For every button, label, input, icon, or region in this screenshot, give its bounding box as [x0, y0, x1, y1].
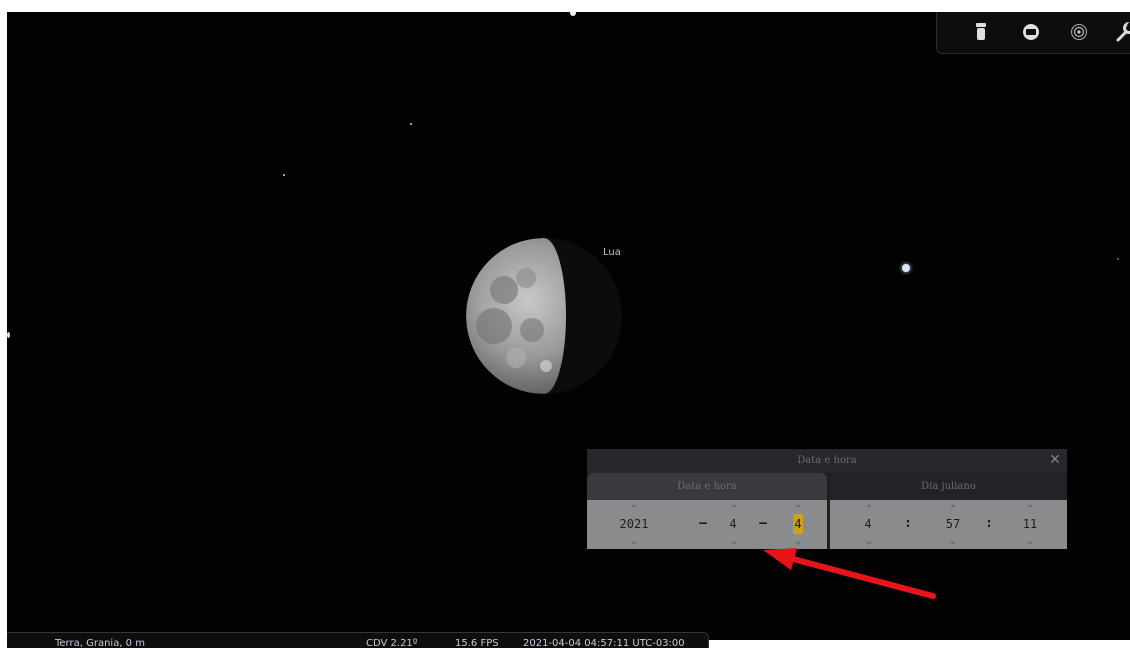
star[interactable]	[7, 332, 10, 338]
moon[interactable]	[466, 238, 622, 394]
telescope-target-button[interactable]	[1065, 18, 1093, 46]
day-decrement-icon[interactable]	[795, 542, 801, 545]
minute-decrement-icon[interactable]	[950, 542, 956, 545]
moon-label: Lua	[603, 247, 621, 258]
date-separator: –	[757, 514, 769, 534]
moon-graphic	[466, 238, 622, 394]
day-increment-icon[interactable]	[795, 504, 801, 507]
status-bar: Terra, Grania, 0 m CDV 2.21º 15.6 FPS 20…	[7, 632, 709, 648]
year-increment-icon[interactable]	[631, 504, 637, 507]
year-field[interactable]: 2021	[613, 514, 655, 534]
star[interactable]	[570, 12, 576, 16]
date-panel: 2021 – 4 – 4	[587, 500, 827, 549]
datetime-status: 2021-04-04 04:57:11 UTC-03:00	[523, 636, 685, 651]
location-status: Terra, Grania, 0 m	[55, 636, 145, 651]
close-icon: ✕	[1049, 452, 1061, 468]
time-panel: 4 : 57 : 11	[830, 500, 1067, 549]
wrench-button[interactable]	[1111, 18, 1130, 46]
minute-field[interactable]: 57	[938, 514, 968, 534]
time-separator: :	[983, 514, 995, 534]
ocular-button[interactable]	[1017, 18, 1045, 46]
wrench-icon	[1115, 22, 1130, 42]
year-decrement-icon[interactable]	[631, 542, 637, 545]
second-increment-icon[interactable]	[1027, 504, 1033, 507]
hour-increment-icon[interactable]	[866, 504, 872, 507]
lantern-icon	[974, 22, 988, 42]
hour-field[interactable]: 4	[858, 514, 878, 534]
star[interactable]	[902, 264, 910, 272]
star[interactable]	[1117, 258, 1119, 260]
dialog-title: Data e hora	[587, 449, 1067, 473]
tab-julian-day[interactable]: Dia juliano	[830, 473, 1067, 500]
month-increment-icon[interactable]	[731, 504, 737, 507]
month-field[interactable]: 4	[723, 514, 743, 534]
ocular-icon	[1022, 23, 1040, 41]
top-right-toolbar	[936, 12, 1130, 54]
second-decrement-icon[interactable]	[1027, 542, 1033, 545]
date-time-dialog: Data e hora ✕ Data e hora Dia juliano 20…	[587, 449, 1067, 549]
lantern-button[interactable]	[967, 18, 995, 46]
month-decrement-icon[interactable]	[731, 542, 737, 545]
minute-increment-icon[interactable]	[950, 504, 956, 507]
telescope-target-icon	[1070, 23, 1088, 41]
sky-view[interactable]: Lua	[7, 12, 1130, 640]
tab-date-time[interactable]: Data e hora	[587, 473, 827, 500]
close-button[interactable]: ✕	[1047, 451, 1063, 469]
hour-decrement-icon[interactable]	[866, 542, 872, 545]
fps-status: 15.6 FPS	[455, 636, 499, 651]
date-separator: –	[697, 514, 709, 534]
second-field[interactable]: 11	[1015, 514, 1045, 534]
fov-status: CDV 2.21º	[366, 636, 418, 651]
star[interactable]	[410, 123, 412, 125]
time-separator: :	[902, 514, 914, 534]
star[interactable]	[283, 174, 285, 176]
day-field[interactable]: 4	[793, 514, 803, 534]
